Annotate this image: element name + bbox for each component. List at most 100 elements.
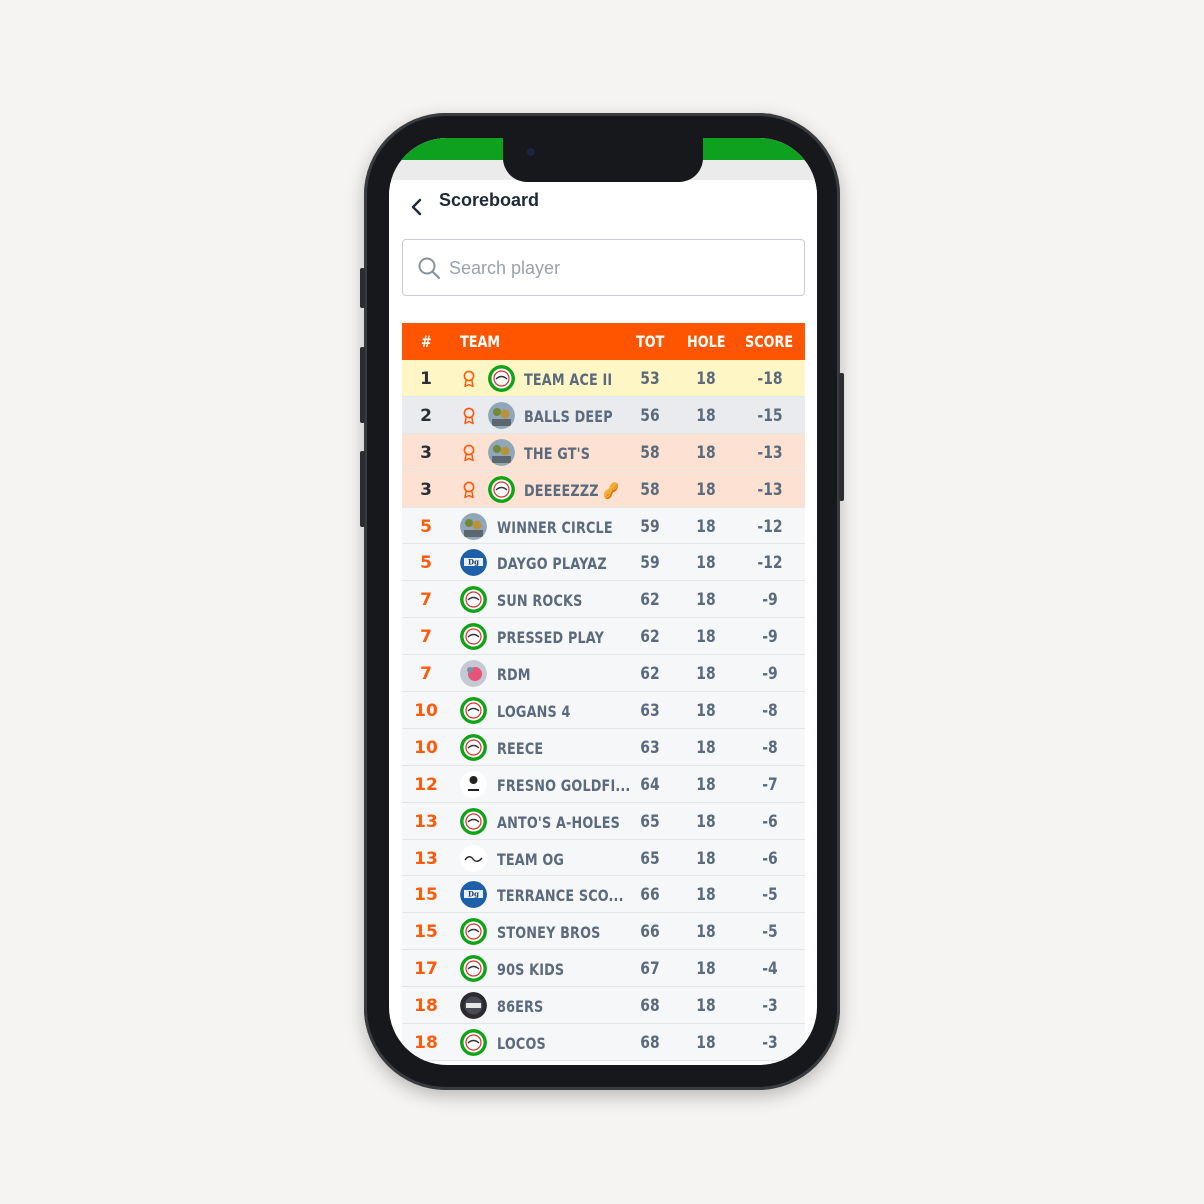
hole-cell: 18 [696,627,716,648]
col-score-header[interactable]: SCORE [745,332,793,351]
rank-cell: 7 [420,664,432,685]
team-name[interactable]: STONEY BROS [497,923,600,942]
team-name[interactable]: LOCOS [497,1034,546,1053]
rank-cell: 15 [414,885,438,906]
score-cell: -9 [762,664,778,685]
tot-cell: 58 [640,479,660,500]
score-cell: -13 [757,479,783,500]
table-row[interactable]: 5 WINNER CIRCLE 59 18 -12 [402,507,805,545]
tot-cell: 58 [640,442,660,463]
tot-cell: 65 [640,848,660,869]
col-hole-header[interactable]: HOLE [687,332,726,351]
table-row[interactable]: 7 RDM 62 18 -9 [402,655,805,693]
team-name[interactable]: TEAM OG [497,850,564,869]
team-name[interactable]: TERRANCE SCO... [497,886,624,905]
table-row[interactable]: 3 DEEEEZZZ 🥜 58 18 -13 [402,470,805,508]
score-cell: -7 [762,774,778,795]
green-logo-icon [460,733,487,761]
tot-cell: 64 [640,774,660,795]
team-name[interactable]: DAYGO PLAYAZ [497,554,607,573]
search-icon [418,257,441,280]
score-cell: -5 [762,922,778,943]
rank-cell: 18 [414,1033,438,1054]
table-row[interactable]: 3 THE GT'S 58 18 -13 [402,433,805,471]
score-cell: -9 [762,590,778,611]
hole-cell: 18 [696,885,716,906]
table-row[interactable]: 18 LOCOS 68 18 -3 [402,1024,805,1061]
team-name[interactable]: WINNER CIRCLE [497,518,613,537]
team-name[interactable]: SUN ROCKS [497,591,583,610]
back-arrow-icon[interactable] [407,196,427,218]
script-logo-icon [460,844,487,872]
hole-cell: 18 [696,1033,716,1054]
search-box[interactable] [402,239,805,296]
table-row[interactable]: 15 STONEY BROS 66 18 -5 [402,913,805,951]
hole-cell: 18 [696,774,716,795]
phone-screen: Scoreboard # TEAM TOT HOLE SCORE 1 TEAM A… [389,138,817,1065]
table-row[interactable]: 17 90S KIDS 67 18 -4 [402,950,805,988]
table-row[interactable]: 13 TEAM OG 65 18 -6 [402,839,805,877]
team-name[interactable]: LOGANS 4 [497,702,571,721]
table-row[interactable]: 5 Dg DAYGO PLAYAZ 59 18 -12 [402,544,805,582]
score-cell: -5 [762,885,778,906]
hole-cell: 18 [696,922,716,943]
table-row[interactable]: 13 ANTO'S A-HOLES 65 18 -6 [402,802,805,840]
table-row[interactable]: 1 TEAM ACE II 53 18 -18 [402,360,805,397]
col-tot-header[interactable]: TOT [636,332,664,351]
team-name[interactable]: FRESNO GOLDFI... [497,776,630,795]
team-name[interactable]: 90S KIDS [497,960,564,979]
table-row[interactable]: 18 86ERS 68 18 -3 [402,987,805,1025]
hole-cell: 18 [696,701,716,722]
col-team-header[interactable]: TEAM [460,332,500,351]
page-title: Scoreboard [439,190,540,210]
score-cell: -12 [757,553,783,574]
team-name[interactable]: 86ERS [497,997,543,1016]
rank-cell: 3 [420,442,432,463]
volume-up-button [360,347,365,423]
green-logo-icon [460,623,487,651]
table-body: 1 TEAM ACE II 53 18 -18 2 BALLS DEEP 56 18 -15 3 TH… [402,360,805,1061]
team-name[interactable]: PRESSED PLAY [497,628,604,647]
medal-icon [461,370,477,388]
hole-cell: 18 [696,996,716,1017]
photo-avatar-icon [488,401,515,429]
green-logo-icon [488,475,515,503]
team-name[interactable]: DEEEEZZZ 🥜 [524,481,619,500]
table-row[interactable]: 2 BALLS DEEP 56 18 -15 [402,396,805,434]
table-row[interactable]: 10 REECE 63 18 -8 [402,728,805,766]
search-input[interactable] [449,252,789,284]
team-name[interactable]: TEAM ACE II [524,370,612,389]
team-name[interactable]: RDM [497,665,531,684]
score-cell: -9 [762,627,778,648]
rank-cell: 17 [414,959,438,980]
score-cell: -15 [757,405,783,426]
score-cell: -8 [762,701,778,722]
team-name[interactable]: REECE [497,739,543,758]
tot-cell: 59 [640,516,660,537]
hole-cell: 18 [696,369,716,389]
top-accent-bar-right [701,138,817,160]
team-name[interactable]: BALLS DEEP [524,407,613,426]
score-cell: -3 [762,996,778,1017]
team-name[interactable]: THE GT'S [524,444,590,463]
table-row[interactable]: 10 LOGANS 4 63 18 -8 [402,692,805,729]
green-logo-icon [460,586,487,614]
rank-cell: 2 [420,405,432,426]
table-row[interactable]: 7 SUN ROCKS 62 18 -9 [402,581,805,619]
hole-cell: 18 [696,811,716,832]
photo-avatar-icon [460,512,487,540]
rank-cell: 5 [420,553,432,574]
table-row[interactable]: 12 FRESNO GOLDFI... 64 18 -7 [402,765,805,803]
table-row[interactable]: 15 Dg TERRANCE SCO... 66 18 -5 [402,876,805,914]
green-logo-icon [460,697,487,725]
dark-logo-icon [460,992,487,1020]
table-row[interactable]: 7 PRESSED PLAY 62 18 -9 [402,618,805,656]
hole-cell: 18 [696,590,716,611]
hole-cell: 18 [696,553,716,574]
hole-cell: 18 [696,479,716,500]
hole-cell: 18 [696,737,716,758]
rank-cell: 10 [414,701,438,722]
team-name[interactable]: ANTO'S A-HOLES [497,813,620,832]
col-rank-header[interactable]: # [421,332,432,351]
rank-cell: 3 [420,479,432,500]
